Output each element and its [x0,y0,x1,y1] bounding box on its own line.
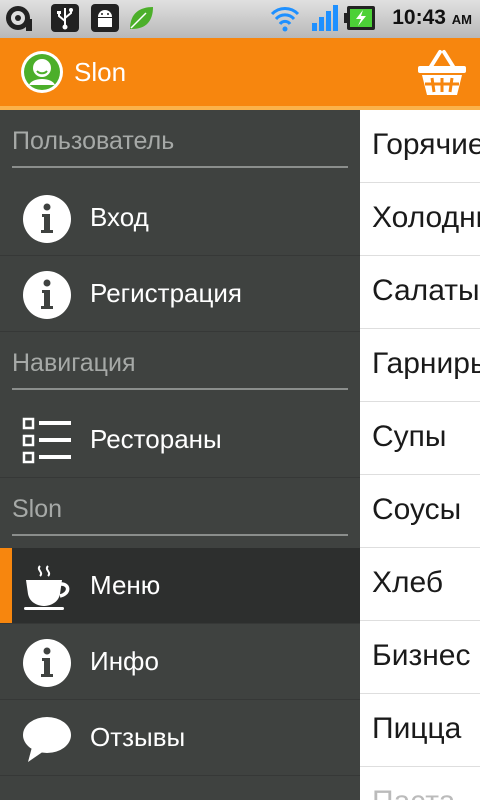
info-icon [23,195,71,243]
category-row[interactable]: Гарниры [360,329,480,402]
drawer-item-restaurants[interactable]: Рестораны [0,402,360,478]
battery-charging-icon [344,6,375,30]
leaf-icon [130,7,153,29]
android-debug-icon [91,4,119,32]
section-header-navigation: Навигация [12,332,348,390]
category-row[interactable]: Супы [360,402,480,475]
section-header-slon: Slon [12,478,348,536]
section-header-user: Пользователь [12,110,348,168]
music-notification-icon [6,6,32,31]
category-row[interactable]: Хлеб [360,548,480,621]
usb-icon [51,4,79,32]
drawer-item-reviews[interactable]: Отзывы [0,700,360,776]
list-icon [22,417,71,464]
category-row[interactable]: Пицца [360,694,480,767]
user-avatar-icon[interactable] [20,50,64,94]
drawer-item-menu[interactable]: Меню [0,548,360,624]
category-row[interactable]: Бизнес [360,621,480,694]
category-row[interactable]: Горячие [360,110,480,183]
info-icon [23,639,71,687]
coffee-cup-icon [24,565,70,610]
drawer-item-login[interactable]: Вход [0,180,360,256]
signal-icon [312,5,338,31]
action-bar: Slon [0,38,480,110]
basket-icon[interactable] [416,48,468,98]
navigation-drawer: Пользователь Вход Регистрация Навигация … [0,110,360,800]
category-row[interactable]: Соусы [360,475,480,548]
category-row[interactable]: Холодные [360,183,480,256]
app-title: Slon [74,57,127,87]
category-list: Горячие Холодные Салаты Гарниры Супы Соу… [360,110,480,800]
speech-bubble-icon [23,717,71,762]
drawer-item-info[interactable]: Инфо [0,624,360,700]
drawer-item-registration[interactable]: Регистрация [0,256,360,332]
category-row[interactable]: Паста [360,767,480,800]
wifi-icon [270,7,300,32]
category-row[interactable]: Салаты [360,256,480,329]
info-icon [23,271,71,319]
clock: 10:43 AM [392,6,472,29]
status-bar: 10:43 AM [0,0,480,38]
